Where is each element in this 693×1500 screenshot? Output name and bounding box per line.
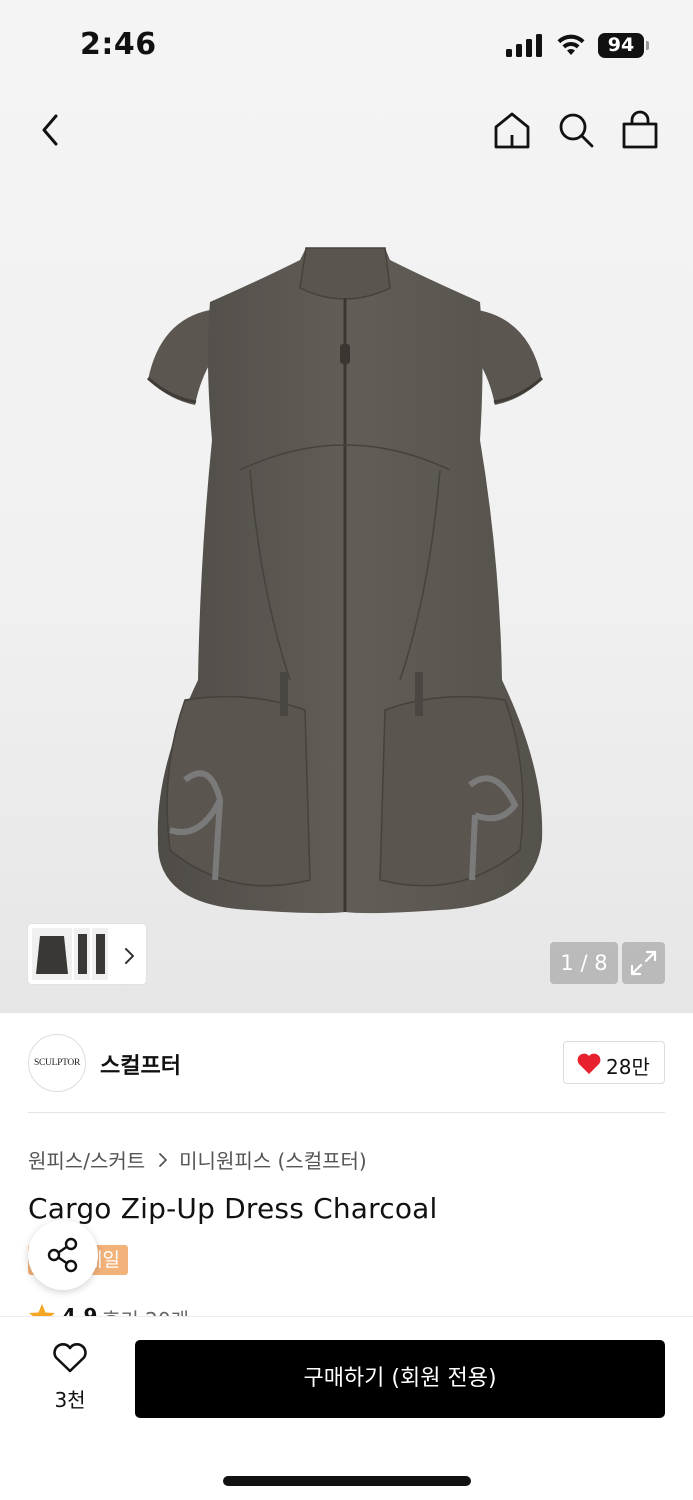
home-button[interactable] — [492, 110, 532, 150]
share-button[interactable] — [28, 1220, 98, 1290]
heart-outline-icon — [53, 1343, 87, 1373]
home-indicator — [223, 1476, 471, 1486]
fullscreen-button[interactable] — [622, 942, 665, 984]
shopping-bag-icon — [622, 110, 658, 149]
product-gallery[interactable]: 2:46 94 1 / 8 — [0, 0, 693, 1013]
breadcrumb-subcategory[interactable]: 미니원피스 (스컬프터) — [179, 1145, 367, 1174]
wishlist-count: 3천 — [54, 1388, 86, 1412]
chevron-right-icon — [159, 1152, 168, 1167]
divider — [28, 1112, 665, 1113]
breadcrumb-category[interactable]: 원피스/스커트 — [28, 1145, 145, 1174]
brand-name[interactable]: 스컬프터 — [100, 1048, 181, 1080]
heart-filled-icon — [577, 1053, 601, 1074]
status-bar: 2:46 94 — [0, 0, 693, 92]
wishlist-button[interactable]: 3천 — [40, 1342, 100, 1414]
battery-indicator: 94 — [598, 33, 644, 58]
search-icon — [559, 113, 594, 148]
wifi-icon — [557, 34, 585, 55]
expand-icon — [630, 950, 657, 976]
status-time: 2:46 — [80, 27, 157, 62]
brand-logo-text: SCULPTOR — [34, 1058, 80, 1068]
shopping-bag-button[interactable] — [620, 110, 660, 150]
brand-logo[interactable]: SCULPTOR — [28, 1034, 86, 1092]
home-icon — [494, 112, 530, 149]
buy-button[interactable]: 구매하기 (회원 전용) — [135, 1340, 665, 1418]
brand-row[interactable]: SCULPTOR 스컬프터 28만 — [28, 1034, 665, 1092]
brand-like-button[interactable]: 28만 — [563, 1041, 665, 1084]
brand-like-count: 28만 — [606, 1055, 650, 1079]
chevron-left-icon — [42, 114, 58, 146]
breadcrumb: 원피스/스커트 미니원피스 (스컬프터) — [28, 1145, 367, 1174]
product-image[interactable] — [140, 240, 550, 930]
search-button[interactable] — [556, 110, 596, 150]
signal-icon — [506, 34, 542, 57]
chevron-right-icon[interactable] — [120, 946, 138, 966]
back-button[interactable] — [36, 112, 68, 148]
share-icon — [47, 1237, 78, 1273]
battery-nub — [646, 41, 649, 50]
thumbnail-images — [32, 928, 108, 980]
image-counter: 1 / 8 — [550, 942, 618, 984]
